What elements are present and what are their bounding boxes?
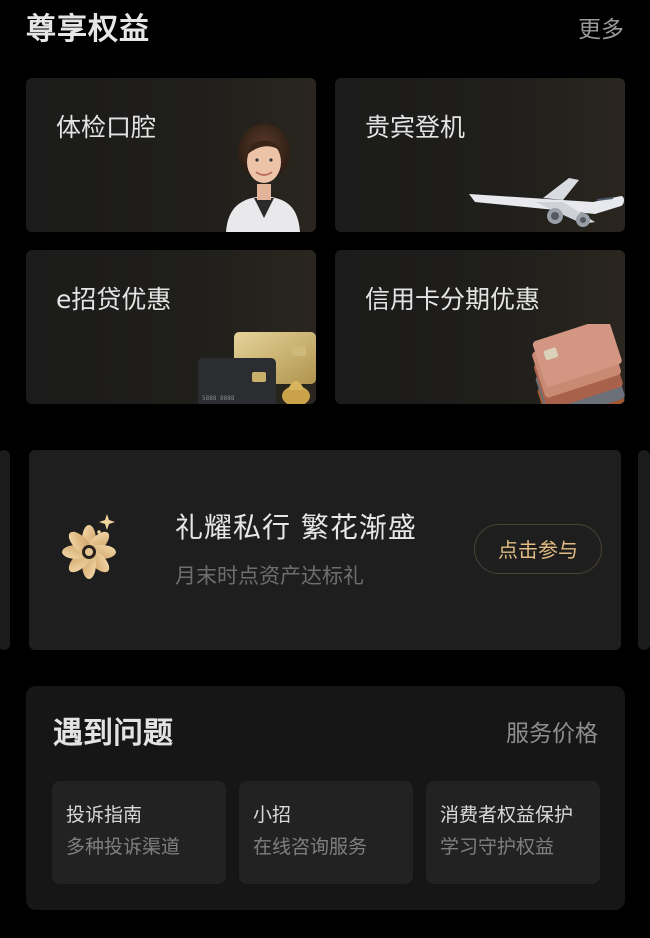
carousel-next-peek[interactable] [638, 450, 650, 650]
help-item-desc: 在线咨询服务 [253, 836, 368, 858]
credit-cards-stack-image [532, 324, 625, 404]
privileges-header: 尊享权益 更多 [26, 8, 624, 52]
card-e-loan-discount[interactable]: e招贷优惠 5888 8888 [26, 250, 316, 404]
card-health-dental[interactable]: 体检口腔 [26, 78, 316, 232]
card-label: 信用卡分期优惠 [365, 285, 541, 314]
help-item-title: 投诉指南 [66, 804, 143, 826]
card-label: 体检口腔 [56, 113, 157, 142]
help-title: 遇到问题 [53, 716, 173, 751]
card-label: e招贷优惠 [56, 285, 172, 314]
card-credit-installment[interactable]: 信用卡分期优惠 [335, 250, 625, 404]
section-title: 尊享权益 [26, 12, 150, 47]
doctor-portrait-image [226, 124, 300, 232]
promo-banner[interactable]: 礼耀私行 繁花渐盛 月末时点资产达标礼 点击参与 [29, 450, 621, 650]
participate-button[interactable]: 点击参与 [474, 524, 602, 574]
help-item-xiaozhao[interactable]: 小招 在线咨询服务 [239, 781, 413, 884]
help-section: 遇到问题 服务价格 投诉指南 多种投诉渠道 小招 在线咨询服务 消费者权益保护 … [26, 686, 625, 910]
help-item-desc: 多种投诉渠道 [66, 836, 181, 858]
promo-subtitle: 月末时点资产达标礼 [175, 564, 364, 588]
card-vip-boarding[interactable]: 贵宾登机 [335, 78, 625, 232]
card-label: 贵宾登机 [365, 113, 466, 142]
service-price-link[interactable]: 服务价格 [506, 716, 598, 752]
help-item-title: 消费者权益保护 [440, 804, 574, 826]
bank-cards-gold-image: 5888 8888 [198, 332, 316, 404]
carousel-prev-peek[interactable] [0, 450, 10, 650]
airplane-image [469, 178, 624, 227]
more-link[interactable]: 更多 [578, 8, 624, 52]
promo-title: 礼耀私行 繁花渐盛 [175, 511, 417, 544]
help-item-desc: 学习守护权益 [440, 836, 555, 858]
help-item-title: 小招 [253, 804, 292, 826]
svg-text:5888 8888: 5888 8888 [202, 395, 235, 402]
flower-sparkle-icon [62, 514, 116, 579]
help-item-complaint-guide[interactable]: 投诉指南 多种投诉渠道 [52, 781, 226, 884]
help-item-consumer-protection[interactable]: 消费者权益保护 学习守护权益 [426, 781, 600, 884]
